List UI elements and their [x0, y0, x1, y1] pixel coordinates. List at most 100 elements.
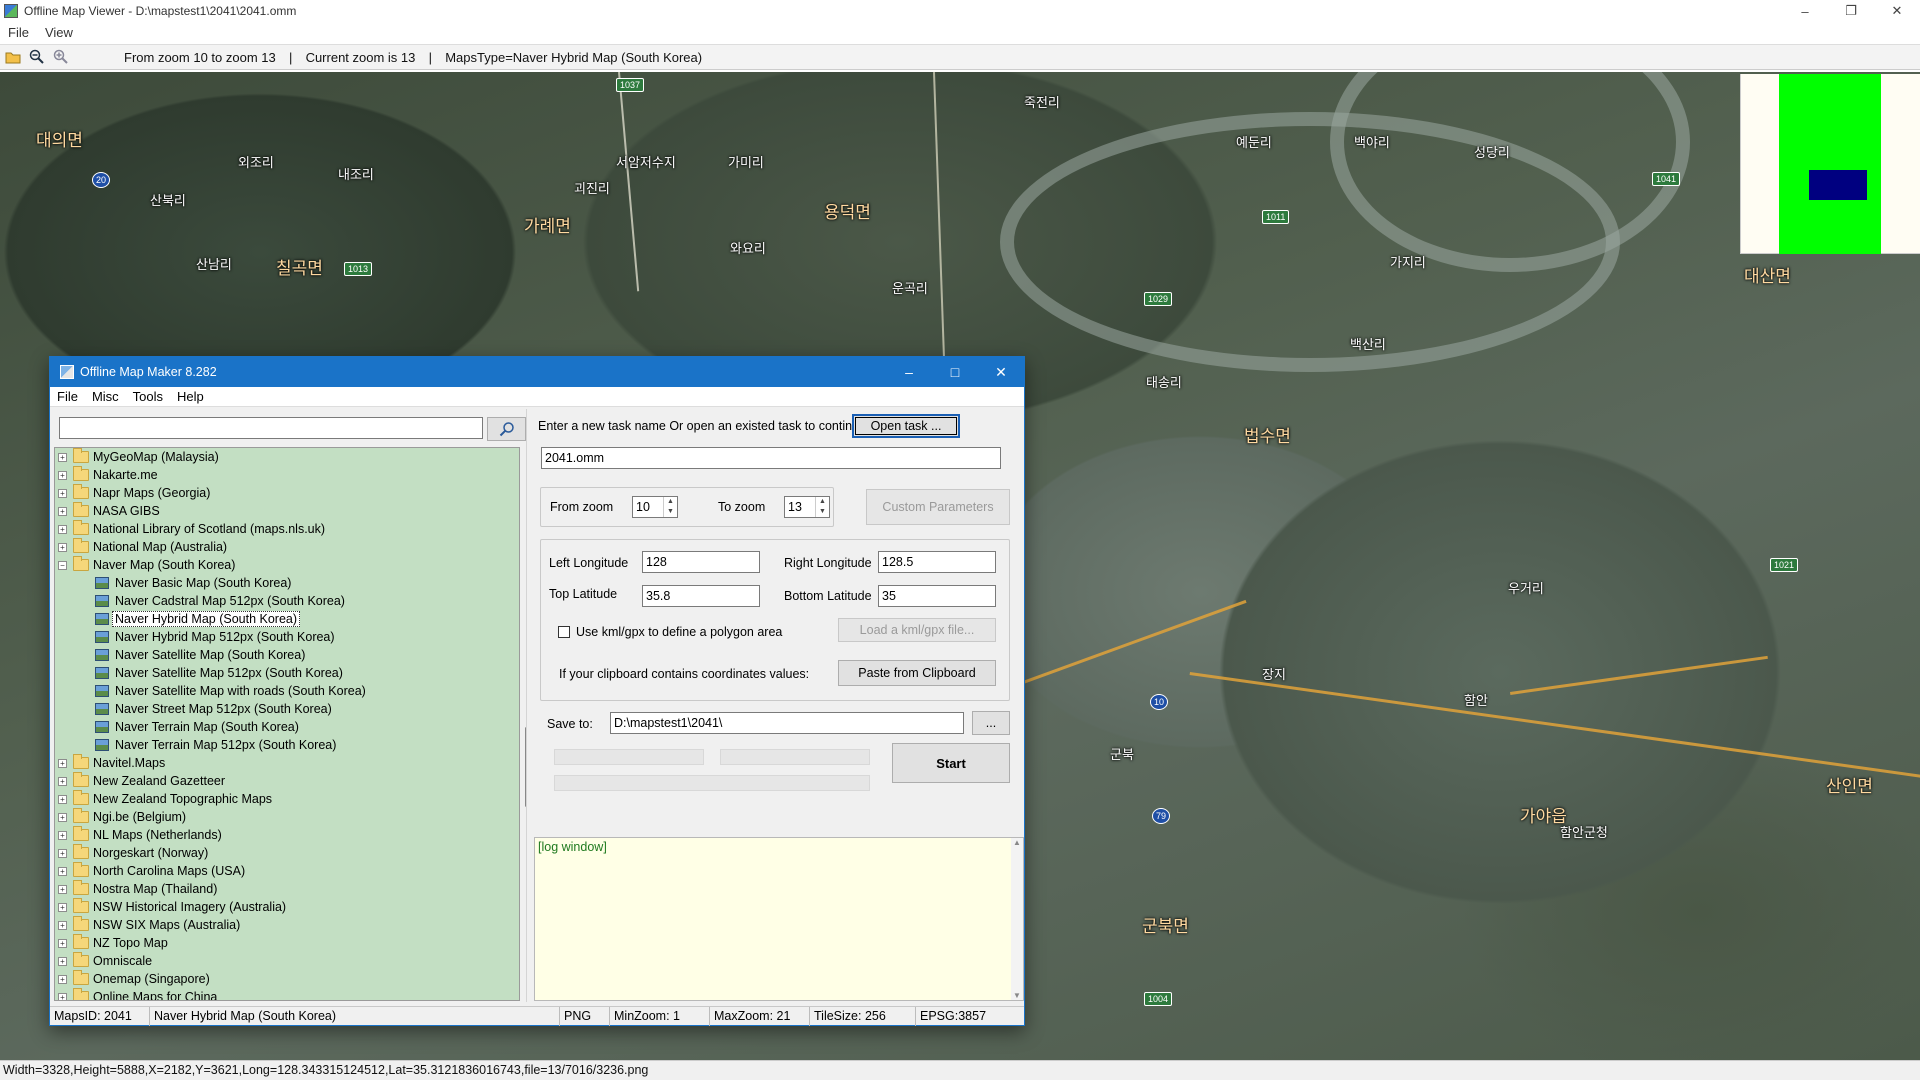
tree-folder-item[interactable]: + Navitel.Maps — [55, 754, 519, 772]
top-latitude-field[interactable]: 35.8 — [642, 585, 760, 607]
map-tile-icon — [95, 631, 109, 643]
from-zoom-spinner[interactable]: 10 ▲ ▼ — [632, 496, 678, 518]
left-longitude-field[interactable]: 128 — [642, 551, 760, 573]
expand-icon[interactable]: + — [58, 524, 67, 534]
overview-minimap[interactable] — [1740, 74, 1920, 254]
kml-checkbox[interactable] — [558, 626, 570, 638]
pane-splitter[interactable] — [526, 409, 532, 1002]
dialog-close-button[interactable]: ✕ — [978, 357, 1024, 387]
tree-map-item[interactable]: Naver Terrain Map 512px (South Korea) — [55, 736, 519, 754]
open-task-button[interactable]: Open task ... — [852, 414, 960, 438]
menu-view[interactable]: View — [37, 25, 81, 40]
expand-icon[interactable]: + — [58, 452, 67, 462]
tree-folder-item[interactable]: + National Library of Scotland (maps.nls.… — [55, 520, 519, 538]
expand-icon[interactable]: + — [58, 812, 67, 822]
map-source-tree[interactable]: + MyGeoMap (Malaysia) + Nakarte.me + Napr Map… — [54, 447, 520, 1001]
dialog-maximize-button[interactable]: □ — [932, 357, 978, 387]
expand-icon[interactable]: + — [58, 884, 67, 894]
tree-folder-item[interactable]: + NASA GIBS — [55, 502, 519, 520]
expand-icon[interactable]: + — [58, 938, 67, 948]
tree-folder-item[interactable]: + Omniscale — [55, 952, 519, 970]
tree-folder-item[interactable]: + Napr Maps (Georgia) — [55, 484, 519, 502]
expand-icon[interactable]: + — [58, 776, 67, 786]
save-to-field[interactable]: D:\mapstest1\2041\ — [610, 712, 964, 734]
tree-map-item[interactable]: Naver Hybrid Map (South Korea) — [55, 610, 519, 628]
tree-folder-item[interactable]: + Nakarte.me — [55, 466, 519, 484]
tree-map-item[interactable]: Naver Hybrid Map 512px (South Korea) — [55, 628, 519, 646]
dialog-menu-help[interactable]: Help — [170, 389, 211, 404]
expand-icon[interactable]: + — [58, 470, 67, 480]
tree-folder-item[interactable]: + Norgeskart (Norway) — [55, 844, 519, 862]
tree-map-item[interactable]: Naver Satellite Map 512px (South Korea) — [55, 664, 519, 682]
expand-icon[interactable]: + — [58, 542, 67, 552]
status-map-name: Naver Hybrid Map (South Korea) — [150, 1007, 560, 1026]
log-window[interactable]: [log window] ▲ ▼ — [534, 837, 1024, 1001]
from-zoom-label: From zoom — [550, 500, 614, 514]
tree-map-item[interactable]: Naver Terrain Map (South Korea) — [55, 718, 519, 736]
custom-parameters-button[interactable]: Custom Parameters — [866, 489, 1010, 525]
tree-map-item[interactable]: Naver Basic Map (South Korea) — [55, 574, 519, 592]
expand-icon[interactable]: + — [58, 794, 67, 804]
map-place-label: 괴진리 — [574, 181, 610, 196]
search-button[interactable] — [487, 417, 526, 441]
zoom-in-icon[interactable] — [50, 46, 72, 68]
expand-icon[interactable]: + — [58, 848, 67, 858]
dialog-menu-file[interactable]: File — [50, 389, 85, 404]
expand-icon[interactable]: + — [58, 992, 67, 1000]
overview-viewport[interactable] — [1809, 170, 1867, 200]
menu-file[interactable]: File — [0, 25, 37, 40]
expand-icon[interactable]: + — [58, 974, 67, 984]
tree-folder-item[interactable]: + Ngi.be (Belgium) — [55, 808, 519, 826]
expand-icon[interactable]: + — [58, 956, 67, 966]
collapse-icon[interactable]: − — [58, 560, 67, 570]
tree-folder-item[interactable]: + National Map (Australia) — [55, 538, 519, 556]
expand-icon[interactable]: + — [58, 902, 67, 912]
tree-map-item[interactable]: Naver Cadstral Map 512px (South Korea) — [55, 592, 519, 610]
tree-folder-item[interactable]: + Onemap (Singapore) — [55, 970, 519, 988]
expand-icon[interactable]: + — [58, 758, 67, 768]
tree-folder-item[interactable]: + NSW SIX Maps (Australia) — [55, 916, 519, 934]
tree-folder-item[interactable]: + North Carolina Maps (USA) — [55, 862, 519, 880]
dialog-menu-misc[interactable]: Misc — [85, 389, 126, 404]
spinner-arrows-icon[interactable]: ▲ ▼ — [815, 497, 829, 517]
expand-icon[interactable]: + — [58, 920, 67, 930]
folder-icon — [73, 448, 89, 463]
tree-folder-item[interactable]: + MyGeoMap (Malaysia) — [55, 448, 519, 466]
browse-button[interactable]: ... — [972, 711, 1010, 735]
offline-map-maker-dialog: Offline Map Maker 8.282 – □ ✕ File Misc … — [49, 356, 1025, 1026]
close-button[interactable]: ✕ — [1874, 0, 1920, 22]
dialog-minimize-button[interactable]: – — [886, 357, 932, 387]
tree-folder-item[interactable]: − Naver Map (South Korea) — [55, 556, 519, 574]
progress-bar-1 — [554, 749, 704, 765]
tree-folder-item[interactable]: + NL Maps (Netherlands) — [55, 826, 519, 844]
task-prompt-label: Enter a new task name Or open an existed… — [538, 419, 870, 433]
zoom-out-icon[interactable] — [26, 46, 48, 68]
tree-folder-item[interactable]: + New Zealand Topographic Maps — [55, 790, 519, 808]
to-zoom-spinner[interactable]: 13 ▲ ▼ — [784, 496, 830, 518]
paste-from-clipboard-button[interactable]: Paste from Clipboard — [838, 660, 996, 686]
tree-folder-item[interactable]: + NSW Historical Imagery (Australia) — [55, 898, 519, 916]
expand-icon[interactable]: + — [58, 506, 67, 516]
dialog-menu-tools[interactable]: Tools — [126, 389, 170, 404]
spinner-arrows-icon[interactable]: ▲ ▼ — [663, 497, 677, 517]
expand-icon[interactable]: + — [58, 488, 67, 498]
tree-map-item[interactable]: Naver Satellite Map (South Korea) — [55, 646, 519, 664]
tree-folder-item[interactable]: + Online Maps for China — [55, 988, 519, 1000]
load-kml-button[interactable]: Load a kml/gpx file... — [838, 618, 996, 642]
start-button[interactable]: Start — [892, 743, 1010, 783]
log-scrollbar[interactable]: ▲ ▼ — [1011, 838, 1023, 1000]
minimize-button[interactable]: – — [1782, 0, 1828, 22]
tree-map-item[interactable]: Naver Street Map 512px (South Korea) — [55, 700, 519, 718]
search-input[interactable] — [59, 417, 483, 439]
maximize-button[interactable]: ❐ — [1828, 0, 1874, 22]
bottom-latitude-field[interactable]: 35 — [878, 585, 996, 607]
tree-folder-item[interactable]: + NZ Topo Map — [55, 934, 519, 952]
tree-map-item[interactable]: Naver Satellite Map with roads (South Ko… — [55, 682, 519, 700]
tree-folder-item[interactable]: + New Zealand Gazetteer — [55, 772, 519, 790]
right-longitude-field[interactable]: 128.5 — [878, 551, 996, 573]
task-name-field[interactable]: 2041.omm — [541, 447, 1001, 469]
expand-icon[interactable]: + — [58, 866, 67, 876]
open-folder-icon[interactable] — [2, 46, 24, 68]
tree-folder-item[interactable]: + Nostra Map (Thailand) — [55, 880, 519, 898]
expand-icon[interactable]: + — [58, 830, 67, 840]
